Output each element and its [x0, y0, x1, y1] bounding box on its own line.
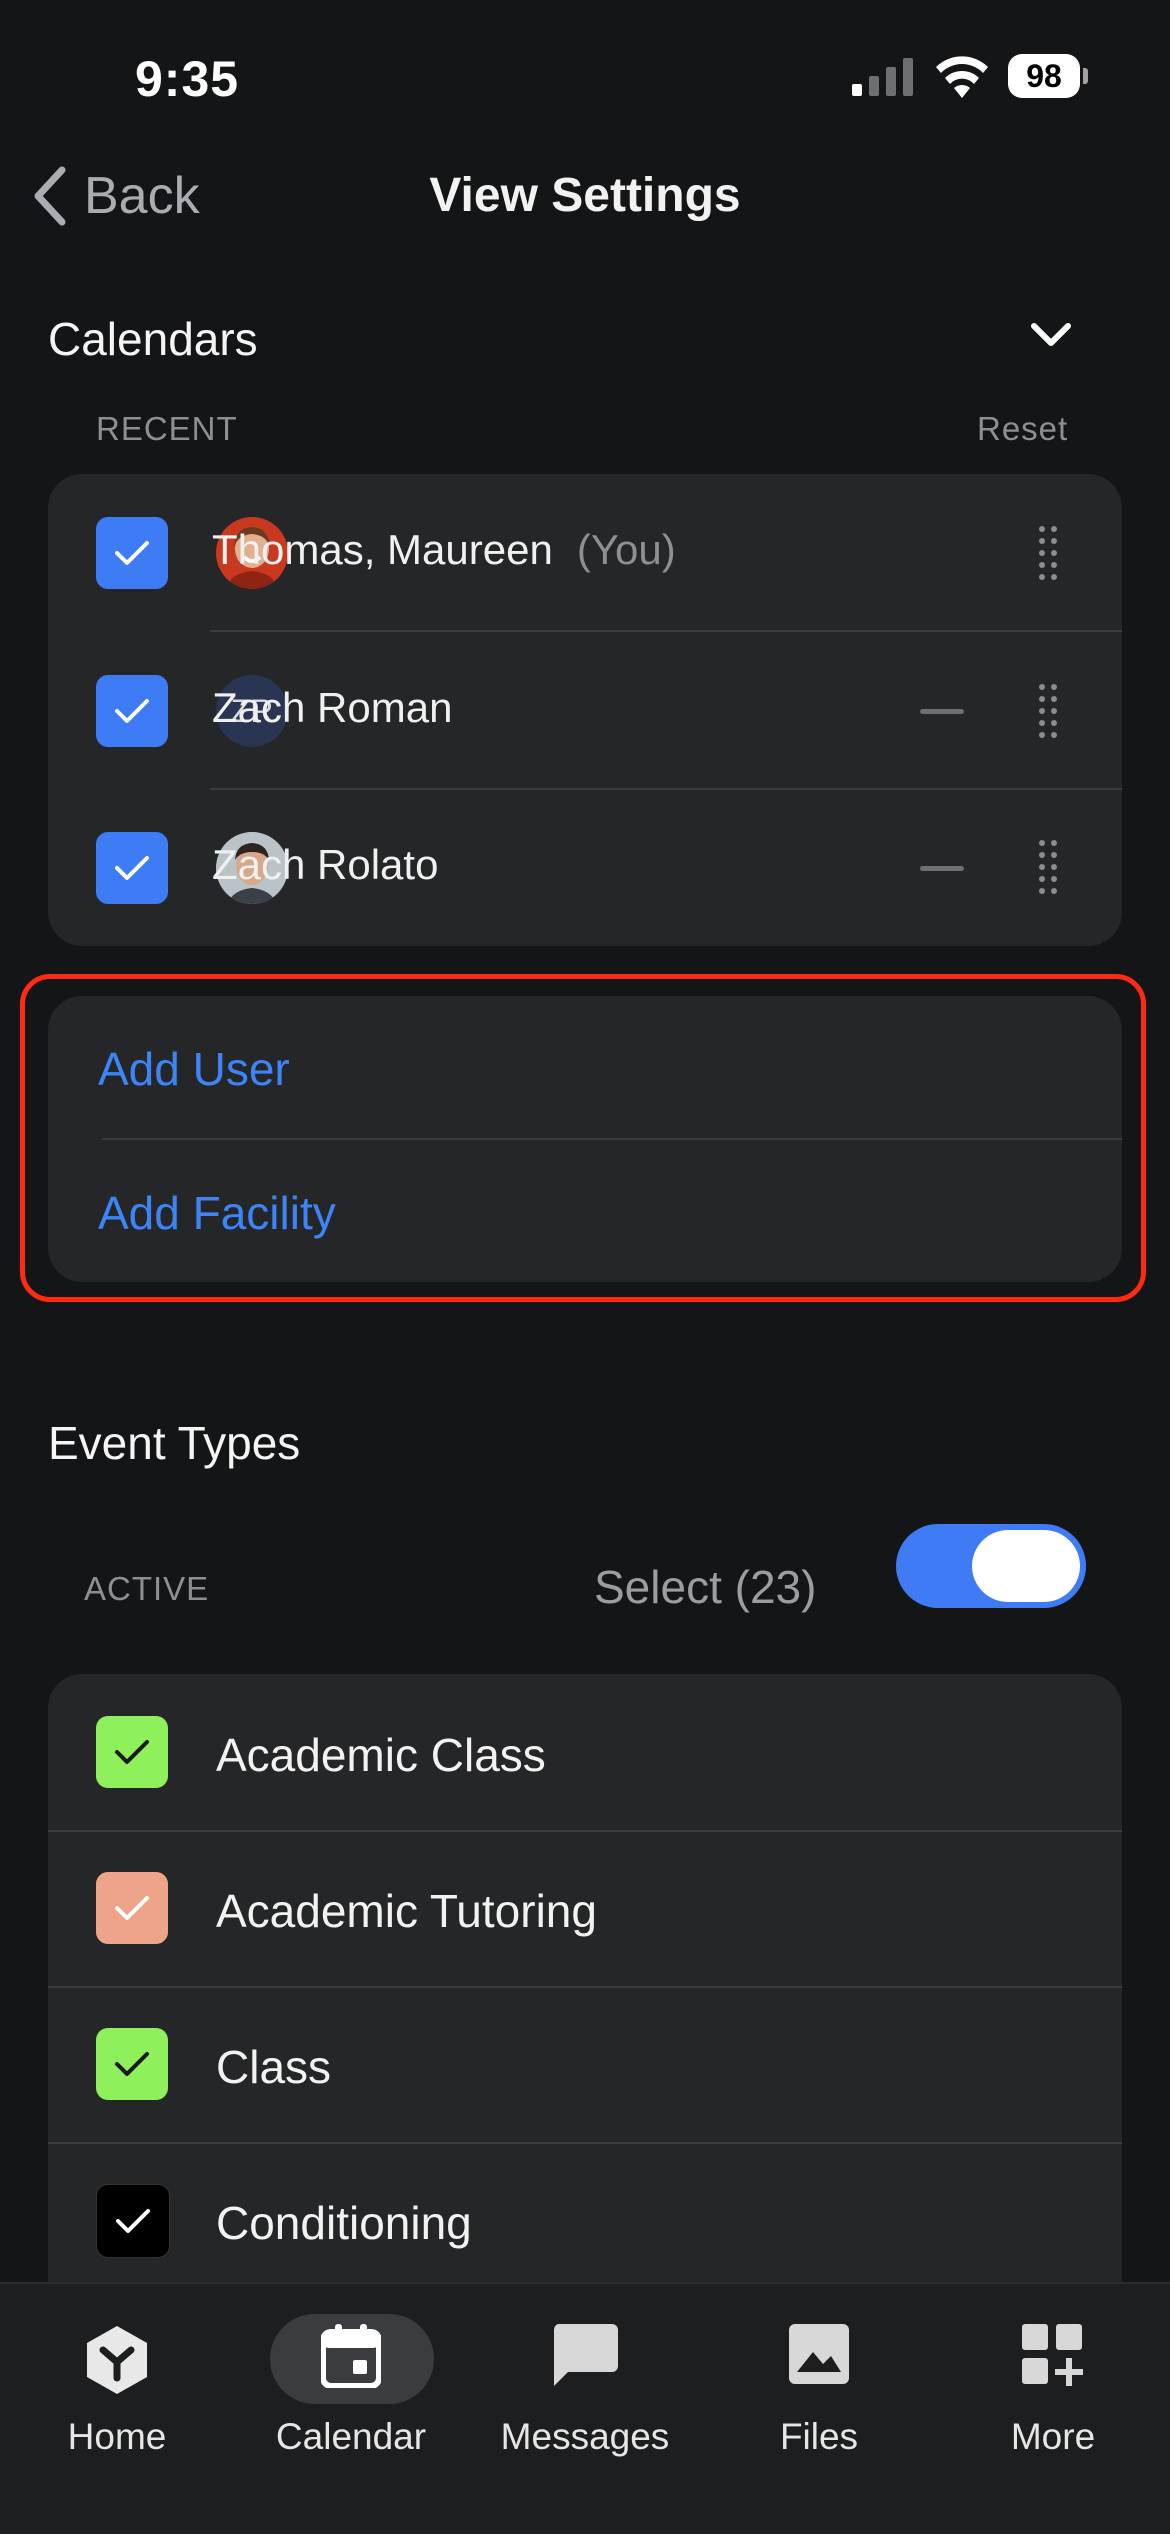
event-type-name: Class	[216, 2041, 332, 2093]
tab-label: Messages	[500, 2416, 670, 2457]
event-type-name: Academic Class	[216, 1729, 546, 1781]
page-title: View Settings	[429, 169, 741, 222]
checkbox-checked[interactable]	[96, 1872, 168, 1944]
event-type-row[interactable]: Class	[48, 1988, 1122, 2142]
checkmark-icon	[115, 2052, 149, 2076]
remove-icon[interactable]	[920, 709, 964, 714]
select-all-label: Select (23)	[594, 1561, 817, 1613]
checkmark-icon	[115, 1740, 149, 1764]
calendars-list: Thomas, Maureen (You) ZR Zach Roman Zach…	[48, 474, 1122, 946]
checkmark-icon	[115, 699, 149, 723]
calendars-heading: Calendars	[48, 313, 258, 365]
calendar-name: Zach Roman	[212, 684, 453, 731]
calendar-row-zach-rolato[interactable]: Zach Rolato	[48, 790, 1122, 946]
calendar-row-zach-roman[interactable]: ZR Zach Roman	[48, 632, 1122, 790]
event-type-row[interactable]: Conditioning	[48, 2144, 1122, 2298]
event-type-name: Academic Tutoring	[216, 1885, 597, 1937]
battery-level: 98	[1008, 54, 1080, 98]
calendar-name: Zach Rolato	[212, 841, 439, 888]
highlight-box	[20, 974, 1146, 1302]
active-label: ACTIVE	[84, 1570, 210, 1607]
tab-label: Files	[779, 2416, 859, 2457]
cellular-signal-icon	[852, 58, 913, 96]
you-suffix: (You)	[576, 526, 676, 573]
tab-more[interactable]: More	[936, 2284, 1170, 2484]
tab-home[interactable]: Home	[0, 2284, 234, 2484]
apps-add-icon	[1022, 2324, 1083, 2386]
calendar-icon	[321, 2324, 381, 2388]
tab-label: Calendar	[275, 2416, 427, 2457]
drag-handle-icon[interactable]	[1036, 838, 1060, 898]
drag-handle-icon[interactable]	[1036, 524, 1060, 584]
checkmark-icon	[115, 1896, 149, 1920]
checkbox-checked[interactable]	[96, 2028, 168, 2100]
tab-label: More	[1010, 2416, 1096, 2457]
checkbox-checked[interactable]	[96, 2184, 170, 2258]
checkbox-checked[interactable]	[96, 675, 168, 747]
wifi-icon	[936, 56, 988, 98]
tab-calendar[interactable]: Calendar	[234, 2284, 468, 2484]
drag-handle-icon[interactable]	[1036, 682, 1060, 742]
checkmark-icon	[115, 856, 149, 880]
message-icon	[553, 2324, 618, 2386]
tab-label: Home	[67, 2416, 167, 2457]
battery-indicator: 98	[1008, 54, 1088, 100]
reset-button[interactable]: Reset	[977, 410, 1068, 448]
tab-files[interactable]: Files	[702, 2284, 936, 2484]
event-type-row[interactable]: Academic Tutoring	[48, 1832, 1122, 1986]
recent-label: RECENT	[96, 410, 238, 447]
remove-icon[interactable]	[920, 866, 964, 871]
home-logo-icon	[87, 2326, 147, 2394]
event-type-name: Conditioning	[216, 2197, 472, 2249]
calendar-row-thomas[interactable]: Thomas, Maureen (You)	[48, 474, 1122, 632]
checkmark-icon	[115, 541, 149, 565]
image-icon	[789, 2324, 849, 2384]
checkbox-checked[interactable]	[96, 832, 168, 904]
event-types-heading: Event Types	[48, 1417, 301, 1469]
calendar-name: Thomas, Maureen (You)	[212, 526, 676, 573]
select-all-toggle[interactable]	[896, 1524, 1086, 1608]
checkbox-checked[interactable]	[96, 1716, 168, 1788]
event-types-list: Academic Class Academic Tutoring Class C…	[48, 1674, 1122, 2314]
tab-messages[interactable]: Messages	[468, 2284, 702, 2484]
status-time: 9:35	[135, 51, 240, 107]
checkmark-icon	[116, 2209, 150, 2233]
checkbox-checked[interactable]	[96, 517, 168, 589]
tab-bar: Home Calendar Messages Files More	[0, 2282, 1170, 2534]
chevron-down-icon[interactable]	[1030, 322, 1072, 348]
event-type-row[interactable]: Academic Class	[48, 1674, 1122, 1830]
